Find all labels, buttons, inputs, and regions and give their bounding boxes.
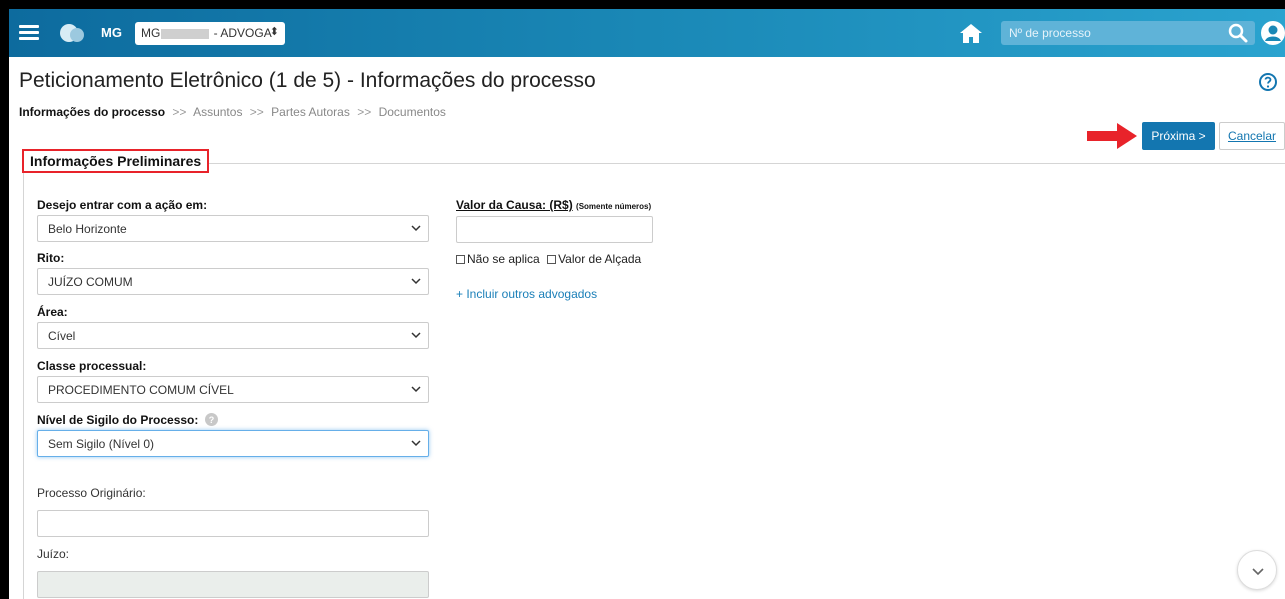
juizo-input	[37, 571, 429, 598]
app-frame: MG MG - ADVOGA ⬍ Nº de processo Peticion…	[9, 9, 1285, 599]
sort-caret-icon: ⬍	[269, 26, 279, 38]
logo-icon	[60, 24, 84, 42]
sigilo-label: Nível de Sigilo do Processo: ?	[37, 413, 218, 427]
chevron-down-icon	[411, 332, 421, 339]
sigilo-value: Sem Sigilo (Nível 0)	[48, 437, 155, 451]
processo-originario-input[interactable]	[37, 510, 429, 537]
area-select[interactable]: Cível	[37, 322, 429, 349]
profile-suffix: - ADVOGA	[210, 26, 272, 40]
breadcrumb-item-documentos: Documentos	[378, 105, 446, 119]
breadcrumb-item-info: Informações do processo	[19, 105, 166, 119]
state-label: MG	[101, 25, 122, 40]
breadcrumb-item-assuntos: Assuntos	[193, 105, 243, 119]
valor-causa-note: (Somente números)	[576, 202, 652, 211]
profile-select[interactable]: MG - ADVOGA ⬍	[135, 22, 285, 45]
include-lawyers-link[interactable]: + Incluir outros advogados	[456, 287, 597, 301]
page-title: Peticionamento Eletrônico (1 de 5) - Inf…	[19, 69, 596, 92]
juizo-label: Juízo:	[37, 547, 70, 561]
help-icon[interactable]	[1258, 72, 1278, 92]
classe-label: Classe processual:	[37, 359, 147, 373]
valor-causa-label-text: Valor da Causa: (R$)	[456, 198, 573, 212]
search-icon[interactable]	[1227, 22, 1249, 44]
chevron-down-icon	[411, 440, 421, 447]
info-icon[interactable]: ?	[204, 413, 218, 426]
scroll-down-button[interactable]	[1237, 550, 1277, 590]
chevron-down-icon	[1252, 568, 1264, 576]
chevron-down-icon	[411, 225, 421, 232]
nao-se-aplica-checkbox[interactable]	[456, 255, 465, 264]
section-title: Informações Preliminares	[22, 149, 210, 173]
comarca-value: Belo Horizonte	[48, 222, 127, 236]
valor-options: Não se aplica Valor de Alçada	[456, 252, 641, 266]
rito-select[interactable]: JUÍZO COMUM	[37, 268, 429, 295]
processo-originario-label: Processo Originário:	[37, 486, 146, 500]
classe-select[interactable]: PROCEDIMENTO COMUM CÍVEL	[37, 376, 429, 403]
sigilo-select[interactable]: Sem Sigilo (Nível 0)	[37, 430, 429, 457]
breadcrumb-separator: >>	[249, 105, 264, 119]
breadcrumb-separator: >>	[172, 105, 187, 119]
user-icon[interactable]	[1261, 21, 1285, 45]
rito-value: JUÍZO COMUM	[48, 275, 133, 289]
comarca-label: Desejo entrar com a ação em:	[37, 198, 208, 212]
rito-label: Rito:	[37, 251, 65, 265]
breadcrumb-separator: >>	[357, 105, 372, 119]
valor-causa-label: Valor da Causa: (R$) (Somente números)	[456, 198, 651, 212]
top-navbar: MG MG - ADVOGA ⬍ Nº de processo	[9, 9, 1285, 57]
process-search-input[interactable]: Nº de processo	[1001, 21, 1255, 45]
menu-icon[interactable]	[19, 25, 39, 41]
red-arrow-icon	[1087, 123, 1137, 149]
breadcrumb-item-partes: Partes Autoras	[271, 105, 350, 119]
breadcrumb: Informações do processo >> Assuntos >> P…	[19, 105, 446, 119]
comarca-select[interactable]: Belo Horizonte	[37, 215, 429, 242]
sigilo-label-text: Nível de Sigilo do Processo:	[37, 413, 199, 427]
nao-se-aplica-label: Não se aplica	[467, 252, 540, 266]
valor-alcada-checkbox[interactable]	[547, 255, 557, 264]
area-label: Área:	[37, 305, 68, 319]
classe-value: PROCEDIMENTO COMUM CÍVEL	[48, 383, 234, 397]
valor-causa-input[interactable]	[456, 216, 653, 243]
home-icon[interactable]	[959, 22, 983, 44]
area-value: Cível	[48, 329, 76, 343]
chevron-down-icon	[411, 386, 421, 393]
redacted-block	[161, 28, 210, 39]
chevron-down-icon	[411, 278, 421, 285]
next-button[interactable]: Próxima >	[1142, 122, 1215, 150]
svg-text:?: ?	[208, 415, 214, 425]
cancel-button[interactable]: Cancelar	[1219, 122, 1285, 150]
valor-alcada-label: Valor de Alçada	[558, 252, 642, 266]
profile-prefix: MG	[141, 26, 161, 40]
